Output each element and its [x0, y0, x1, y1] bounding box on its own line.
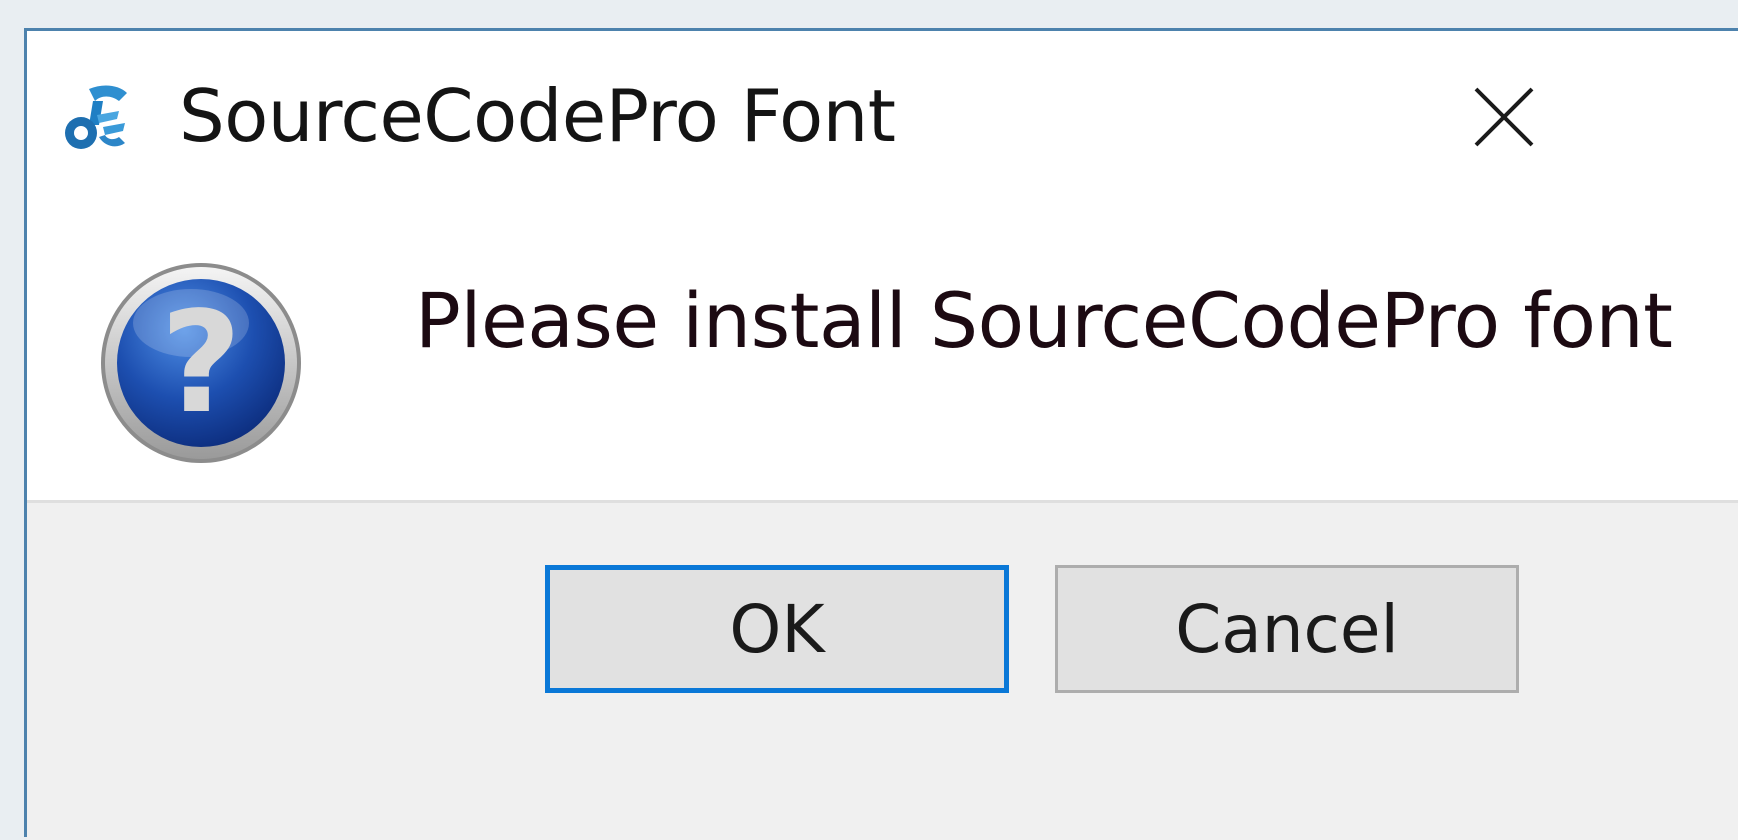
cancel-button-label: Cancel — [1175, 590, 1399, 668]
dialog-content: ? Please install SourceCodePro font — [27, 195, 1738, 500]
dialog-footer: OK Cancel — [27, 500, 1738, 840]
window-title: SourceCodePro Font — [179, 74, 896, 158]
question-icon: ? — [99, 261, 303, 465]
app-logo-icon — [59, 81, 133, 155]
svg-text:?: ? — [160, 282, 241, 445]
ok-button[interactable]: OK — [545, 565, 1009, 693]
ok-button-label: OK — [729, 590, 825, 668]
dialog-message: Please install SourceCodePro font — [415, 276, 1673, 365]
message-dialog: SourceCodePro Font ? Please install Sour… — [24, 28, 1738, 840]
close-button[interactable] — [1419, 59, 1589, 179]
close-icon — [1468, 81, 1540, 157]
cancel-button[interactable]: Cancel — [1055, 565, 1519, 693]
title-bar[interactable]: SourceCodePro Font — [27, 31, 1738, 195]
